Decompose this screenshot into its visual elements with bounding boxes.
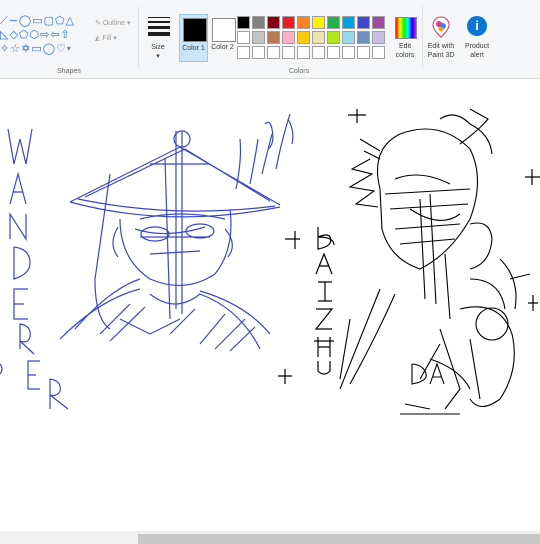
palette-swatch[interactable] (267, 46, 280, 59)
palette-swatch[interactable] (357, 31, 370, 44)
shapes-group-label: Shapes (57, 68, 81, 75)
palette-swatch[interactable] (342, 31, 355, 44)
product-alert-label: Product alert (464, 43, 490, 59)
palette-swatch[interactable] (327, 31, 340, 44)
palette-swatch[interactable] (357, 46, 370, 59)
palette-swatch[interactable] (327, 46, 340, 59)
blue-sketch (0, 113, 294, 410)
up-arrow-shape-icon[interactable]: ⇧ (61, 28, 70, 42)
ribbon-toolbar: ⟋ ∼ ◯ ▭ ▢ ⬠ △ ◺ ◇ ⬠ ⬡ ⇨ ⇦ ⇧ ✧ ☆ ✡ ▭ ◯ ♡ ▾ ✎ Outline ▾ ◭ Fi… (0, 0, 540, 79)
paint3d-icon (432, 16, 450, 38)
horizontal-scrollbar-thumb[interactable] (138, 534, 540, 544)
palette-swatch[interactable] (267, 31, 280, 44)
pentagon-shape-icon[interactable]: ⬠ (19, 28, 29, 42)
palette-swatch[interactable] (312, 46, 325, 59)
palette-swatch[interactable] (372, 16, 385, 29)
size-dropdown-arrow-icon: ▾ (156, 53, 160, 60)
four-point-star-shape-icon[interactable]: ✧ (0, 42, 9, 56)
palette-swatch[interactable] (237, 31, 250, 44)
rectangle-shape-icon[interactable]: ▭ (32, 14, 42, 28)
palette-swatch[interactable] (312, 31, 325, 44)
heart-shape-icon[interactable]: ♡ (56, 42, 66, 56)
palette-swatch[interactable] (327, 16, 340, 29)
palette-swatch[interactable] (282, 16, 295, 29)
palette-swatch[interactable] (342, 46, 355, 59)
shapes-gallery[interactable]: ⟋ ∼ ◯ ▭ ▢ ⬠ △ ◺ ◇ ⬠ ⬡ ⇨ ⇦ ⇧ ✧ ☆ ✡ ▭ ◯ ♡ ▾ (0, 14, 82, 60)
palette-swatch[interactable] (297, 31, 310, 44)
sketch-layer: DA (0, 108, 540, 415)
color1-label: Color 1 (182, 45, 205, 52)
callout-oval-shape-icon[interactable]: ◯ (43, 42, 55, 56)
outline-icon: ✎ (95, 20, 103, 27)
palette-swatch[interactable] (342, 16, 355, 29)
right-arrow-shape-icon[interactable]: ⇨ (40, 28, 49, 42)
palette-swatch[interactable] (297, 16, 310, 29)
color2-swatch (212, 18, 236, 42)
edit-with-paint3d-button[interactable]: Edit with Paint 3D (424, 0, 458, 78)
edit-colors-icon (395, 17, 417, 39)
palette-swatch[interactable] (237, 16, 250, 29)
colors-group-label: Colors (288, 68, 310, 75)
color1-button[interactable]: Color 1 (179, 14, 208, 62)
right-triangle-shape-icon[interactable]: ◺ (0, 28, 8, 42)
baizhu-letters (314, 227, 335, 375)
drawing-canvas[interactable]: DA (0, 79, 540, 531)
left-arrow-shape-icon[interactable]: ⇦ (50, 28, 59, 42)
five-point-star-shape-icon[interactable]: ☆ (10, 42, 20, 56)
edit-colors-button[interactable]: Edit colors (391, 0, 419, 78)
palette-swatch[interactable] (372, 46, 385, 59)
color2-label: Color 2 (211, 44, 234, 51)
palette-swatch[interactable] (282, 31, 295, 44)
size-lines-icon (148, 17, 170, 39)
color1-swatch (183, 18, 207, 42)
right-bottom-text: DA (408, 382, 410, 385)
triangle-shape-icon[interactable]: △ (66, 14, 74, 28)
palette-swatch[interactable] (252, 31, 265, 44)
outline-label: Outline (102, 20, 125, 27)
six-point-star-shape-icon[interactable]: ✡ (21, 42, 30, 56)
palette-swatch[interactable] (312, 16, 325, 29)
curve-shape-icon[interactable]: ∼ (9, 14, 18, 28)
product-alert-button[interactable]: i Product alert (461, 0, 493, 78)
shapes-group: ⟋ ∼ ◯ ▭ ▢ ⬠ △ ◺ ◇ ⬠ ⬡ ⇨ ⇦ ⇧ ✧ ☆ ✡ ▭ ◯ ♡ ▾ ✎ Outline ▾ ◭ Fi… (0, 0, 138, 78)
callout-rect-shape-icon[interactable]: ▭ (31, 42, 41, 56)
palette-swatch[interactable] (237, 46, 250, 59)
hexagon-shape-icon[interactable]: ⬡ (30, 28, 40, 42)
info-icon: i (467, 16, 487, 36)
separator (422, 6, 423, 68)
fill-dropdown[interactable]: ◭ Fill ▾ (95, 34, 117, 42)
oval-shape-icon[interactable]: ◯ (19, 14, 31, 28)
scroll-down-icon[interactable]: ▾ (67, 42, 71, 56)
palette-swatch[interactable] (357, 16, 370, 29)
black-marks (278, 109, 540, 384)
line-shape-icon[interactable]: ⟋ (0, 14, 8, 28)
paint3d-label: Edit with Paint 3D (427, 43, 455, 59)
black-sketch (339, 108, 531, 415)
color2-button[interactable]: Color 2 (209, 14, 236, 62)
polygon-shape-icon[interactable]: ⬠ (55, 14, 65, 28)
diamond-shape-icon[interactable]: ◇ (9, 28, 17, 42)
size-button[interactable]: Size ▾ (139, 0, 177, 78)
palette-swatch[interactable] (297, 46, 310, 59)
rounded-rect-shape-icon[interactable]: ▢ (44, 14, 54, 28)
outline-dropdown[interactable]: ✎ Outline ▾ (95, 19, 130, 27)
fill-label: Fill (102, 35, 112, 42)
palette-swatch[interactable] (282, 46, 295, 59)
palette-swatch[interactable] (372, 31, 385, 44)
edit-colors-label: Edit colors (395, 43, 415, 59)
palette-swatch[interactable] (267, 16, 280, 29)
palette-swatch[interactable] (252, 46, 265, 59)
size-label: Size (151, 44, 165, 51)
palette-swatch[interactable] (252, 16, 265, 29)
